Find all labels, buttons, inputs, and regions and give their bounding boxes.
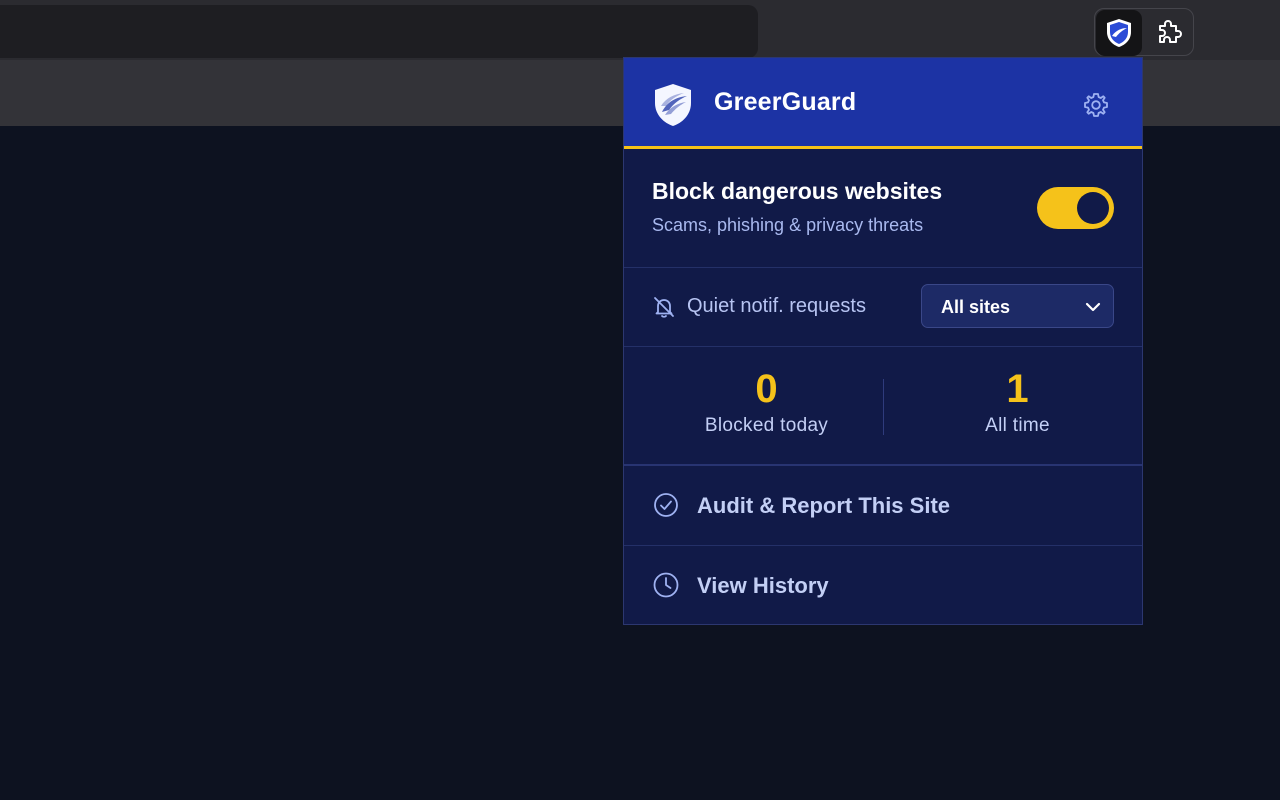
audit-report-button[interactable]: Audit & Report This Site	[624, 466, 1142, 546]
popup-header: GreerGuard	[624, 58, 1142, 146]
notifications-section: Quiet notif. requests All sites	[624, 268, 1142, 347]
puzzle-icon	[1159, 20, 1182, 43]
toggle-knob	[1077, 192, 1109, 224]
extension-popup: GreerGuard Block dangerous websites Scam…	[623, 57, 1143, 625]
address-bar[interactable]	[0, 5, 758, 58]
protection-section: Block dangerous websites Scams, phishing…	[624, 149, 1142, 268]
quiet-notifications-select[interactable]: All sites	[921, 284, 1114, 328]
stats-section: 0 Blocked today 1 All time	[624, 347, 1142, 466]
stat-blocked-today: 0 Blocked today	[624, 347, 909, 466]
shield-logo	[655, 84, 691, 126]
block-websites-toggle[interactable]	[1037, 187, 1114, 229]
all-time-count: 1	[1006, 367, 1029, 411]
greerguard-extension-button[interactable]	[1096, 10, 1142, 56]
gear-icon[interactable]	[1082, 91, 1110, 119]
all-time-label: All time	[985, 415, 1050, 436]
brand-name: GreerGuard	[714, 88, 857, 116]
audit-report-label: Audit & Report This Site	[697, 493, 950, 518]
view-history-button[interactable]: View History	[624, 546, 1142, 624]
protection-subtitle: Scams, phishing & privacy threats	[652, 215, 924, 235]
bell-off-icon	[654, 297, 674, 318]
blocked-today-count: 0	[755, 367, 778, 411]
blocked-today-label: Blocked today	[704, 415, 829, 436]
clock-icon	[653, 572, 679, 598]
view-history-label: View History	[697, 573, 829, 598]
chevron-down-icon	[1085, 302, 1101, 312]
select-value: All sites	[941, 297, 1011, 317]
protection-title: Block dangerous websites	[652, 178, 943, 204]
extensions-menu-button[interactable]	[1148, 10, 1192, 54]
shield-icon	[1107, 19, 1131, 47]
quiet-notifications-label: Quiet notif. requests	[687, 295, 866, 317]
check-circle-icon	[654, 493, 678, 517]
stat-all-time: 1 All time	[884, 347, 1142, 466]
